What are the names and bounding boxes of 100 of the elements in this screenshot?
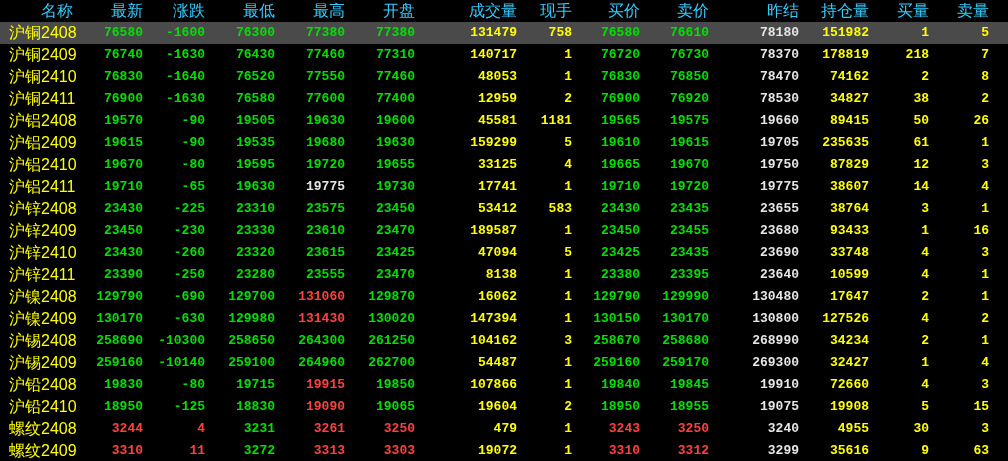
table-cell-text: -230 bbox=[172, 222, 205, 240]
table-cell-text: -1640 bbox=[165, 68, 205, 86]
table-cell-text: -125 bbox=[172, 398, 205, 416]
table-cell-text: 129700 bbox=[227, 288, 275, 306]
column-header[interactable]: 涨跌 bbox=[143, 0, 205, 22]
table-cell-text: 19665 bbox=[600, 156, 640, 174]
table-cell-text: 758 bbox=[547, 24, 572, 42]
table-cell-text: 19660 bbox=[759, 112, 799, 130]
column-header[interactable]: 现手 bbox=[517, 0, 572, 22]
table-cell-text: 3303 bbox=[382, 442, 415, 460]
table-cell-text: 33125 bbox=[477, 156, 517, 174]
table-cell-text: 76300 bbox=[235, 24, 275, 42]
table-cell-text: 76520 bbox=[235, 68, 275, 86]
table-cell-text: 34827 bbox=[829, 90, 869, 108]
table-cell-text: 1 bbox=[563, 46, 572, 64]
column-header[interactable]: 最高 bbox=[275, 0, 345, 22]
table-cell-text: 76830 bbox=[103, 68, 143, 86]
table-cell-text: 1 bbox=[563, 354, 572, 372]
table-cell-text: 479 bbox=[492, 420, 517, 438]
table-cell-text: 87829 bbox=[829, 156, 869, 174]
table-cell-text: 23425 bbox=[375, 244, 415, 262]
table-cell-text: 76900 bbox=[600, 90, 640, 108]
column-header[interactable]: 名称 bbox=[0, 0, 73, 22]
table-cell-text: 78530 bbox=[759, 90, 799, 108]
table-cell-text: 2 bbox=[563, 90, 572, 108]
table-cell-text: 30 bbox=[912, 420, 929, 438]
table-cell-text: 18950 bbox=[103, 398, 143, 416]
table-cell-text: 3243 bbox=[607, 420, 640, 438]
table-cell-text: 5 bbox=[980, 24, 989, 42]
table-cell-text: 23395 bbox=[669, 266, 709, 284]
table-cell-text: 19908 bbox=[829, 398, 869, 416]
table-cell-text: 19775 bbox=[305, 178, 345, 196]
table-cell-text: 1 bbox=[980, 134, 989, 152]
table-cell-text: 129990 bbox=[661, 288, 709, 306]
column-header[interactable]: 买价 bbox=[572, 0, 640, 22]
table-cell-text: 19680 bbox=[305, 134, 345, 152]
column-header[interactable]: 持仓量 bbox=[799, 0, 869, 22]
table-cell-text: 17647 bbox=[829, 288, 869, 306]
table-cell-text: 23380 bbox=[600, 266, 640, 284]
table-cell-text: 19630 bbox=[375, 134, 415, 152]
table-cell-text: 259160 bbox=[592, 354, 640, 372]
table-cell-text: 38764 bbox=[829, 200, 869, 218]
column-header[interactable]: 最新 bbox=[73, 0, 143, 22]
column-header[interactable]: 昨结 bbox=[709, 0, 799, 22]
column-header[interactable]: 卖量 bbox=[929, 0, 989, 22]
table-cell-text: 19570 bbox=[103, 112, 143, 130]
table-cell-text: 23450 bbox=[375, 200, 415, 218]
table-cell-text: 76830 bbox=[600, 68, 640, 86]
table-cell-text: 1 bbox=[980, 266, 989, 284]
table-cell-text: 19775 bbox=[759, 178, 799, 196]
table-cell-text: 19915 bbox=[305, 376, 345, 394]
table-cell-text: 3 bbox=[563, 332, 572, 350]
column-header[interactable]: 卖价 bbox=[640, 0, 709, 22]
table-cell-text: -260 bbox=[172, 244, 205, 262]
table-cell-text: 2 bbox=[980, 90, 989, 108]
table-cell-text: 76900 bbox=[103, 90, 143, 108]
table-cell-text: 26 bbox=[972, 112, 989, 130]
table-cell-text: 76850 bbox=[669, 68, 709, 86]
table-cell-text: 10599 bbox=[829, 266, 869, 284]
column-header[interactable]: 成交量 bbox=[415, 0, 517, 22]
table-cell-text: 264960 bbox=[297, 354, 345, 372]
table-cell-text: 1 bbox=[563, 310, 572, 328]
table-cell-text: 218 bbox=[904, 46, 929, 64]
table-cell-text: 1 bbox=[563, 178, 572, 196]
contract-name: 沪铜2411 bbox=[8, 89, 73, 109]
table-cell-text: 11 bbox=[188, 442, 205, 460]
table-cell-text: 19575 bbox=[669, 112, 709, 130]
table-cell-text: 130150 bbox=[592, 310, 640, 328]
table-cell-text: 3261 bbox=[312, 420, 345, 438]
table-cell-text: 23390 bbox=[103, 266, 143, 284]
table-cell-text: 77460 bbox=[305, 46, 345, 64]
table-cell-text: -90 bbox=[180, 112, 205, 130]
table-cell-text: 258690 bbox=[95, 332, 143, 350]
table-cell-text: 129870 bbox=[367, 288, 415, 306]
column-header[interactable]: 开盘 bbox=[345, 0, 415, 22]
table-cell-text: 19715 bbox=[235, 376, 275, 394]
table-cell-text: 89415 bbox=[829, 112, 869, 130]
column-header[interactable]: 最低 bbox=[205, 0, 275, 22]
table-cell-text: 19720 bbox=[669, 178, 709, 196]
table-cell-text: 9 bbox=[920, 442, 929, 460]
table-cell-text: 19730 bbox=[375, 178, 415, 196]
table-cell-text: 130170 bbox=[95, 310, 143, 328]
table-cell-text: 268990 bbox=[751, 332, 799, 350]
table-cell-text: 19710 bbox=[103, 178, 143, 196]
table-cell-text: 77600 bbox=[305, 90, 345, 108]
table-cell-text: 4 bbox=[920, 266, 929, 284]
table-cell-text: 61 bbox=[912, 134, 929, 152]
table-cell-text: -1600 bbox=[165, 24, 205, 42]
table-cell-text: 19670 bbox=[103, 156, 143, 174]
table-cell-text: 12959 bbox=[477, 90, 517, 108]
table-cell-text: 130480 bbox=[751, 288, 799, 306]
table-cell-text: -80 bbox=[180, 156, 205, 174]
table-cell-text: 2 bbox=[920, 332, 929, 350]
selected-row-highlight[interactable]: 沪铜2408 76580 -1600 76300 77380 77380 131479 758 76580 76610 78180 151982 1 5 bbox=[0, 22, 1008, 44]
column-header[interactable]: 买量 bbox=[869, 0, 929, 22]
table-cell-text: 19910 bbox=[759, 376, 799, 394]
table-cell-text: 130020 bbox=[367, 310, 415, 328]
table-cell-text: -1630 bbox=[165, 46, 205, 64]
table-cell-text: 23430 bbox=[600, 200, 640, 218]
table-cell-text: -225 bbox=[172, 200, 205, 218]
